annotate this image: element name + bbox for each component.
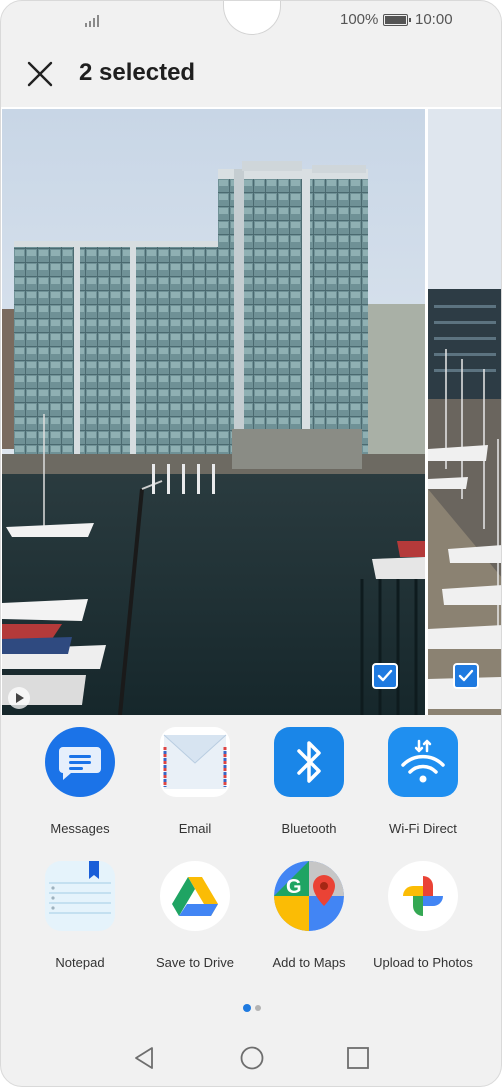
- bluetooth-icon: [274, 727, 344, 797]
- messages-icon: [45, 727, 115, 797]
- wifi-direct-icon: [388, 727, 458, 797]
- checkmark-icon: [458, 669, 474, 682]
- home-button[interactable]: [239, 1045, 265, 1071]
- photo-selected-checkbox[interactable]: [372, 663, 398, 689]
- video-indicator-icon: [8, 687, 30, 709]
- camera-notch: [223, 1, 281, 35]
- notepad-icon: [45, 861, 115, 931]
- share-target-label: Messages: [50, 821, 110, 836]
- share-target-label: Wi-Fi Direct: [389, 821, 457, 836]
- email-icon: [160, 727, 230, 797]
- share-target-label: Email: [178, 821, 212, 836]
- status-bar: 100% 10:00: [1, 1, 501, 41]
- photo-strip[interactable]: [1, 107, 501, 715]
- marina-photo: [428, 109, 501, 715]
- navigation-bar: [1, 1029, 501, 1086]
- checkmark-icon: [377, 669, 393, 682]
- recents-button[interactable]: [345, 1045, 371, 1071]
- page-dot: [255, 1005, 261, 1011]
- share-target-label: Add to Maps: [272, 955, 346, 970]
- signal-icon: [85, 13, 103, 27]
- share-target-label: Bluetooth: [281, 821, 337, 836]
- close-button[interactable]: [23, 57, 57, 91]
- share-targets-grid: Messages Email Bluetooth Wi-Fi Direct No…: [1, 715, 501, 995]
- google-maps-icon: G: [274, 861, 344, 931]
- page-dot-active: [243, 1004, 251, 1012]
- selection-toolbar: 2 selected: [1, 41, 501, 107]
- photo-thumbnail[interactable]: [2, 109, 425, 715]
- device-screen: 100% 10:00 2 selected Messages Email Blu…: [0, 0, 502, 1087]
- clock: 10:00: [415, 11, 453, 28]
- photo-selected-checkbox[interactable]: [453, 663, 479, 689]
- share-target-label: Save to Drive: [155, 955, 235, 970]
- back-button[interactable]: [132, 1045, 158, 1071]
- google-photos-icon: [388, 861, 458, 931]
- harbor-photo: [2, 109, 425, 715]
- page-indicator: [243, 1004, 263, 1012]
- back-triangle-icon: [135, 1047, 153, 1069]
- share-target-label: Upload to Photos: [373, 955, 473, 970]
- google-drive-icon: [160, 861, 230, 931]
- battery-icon: [383, 14, 411, 26]
- svg-text:G: G: [286, 876, 302, 898]
- home-circle-icon: [240, 1046, 264, 1070]
- battery-percentage: 100%: [340, 11, 379, 28]
- recents-square-icon: [347, 1047, 369, 1069]
- close-icon: [27, 61, 53, 87]
- photo-thumbnail[interactable]: [428, 109, 501, 715]
- share-target-label: Notepad: [55, 955, 105, 970]
- page-title: 2 selected: [79, 59, 196, 86]
